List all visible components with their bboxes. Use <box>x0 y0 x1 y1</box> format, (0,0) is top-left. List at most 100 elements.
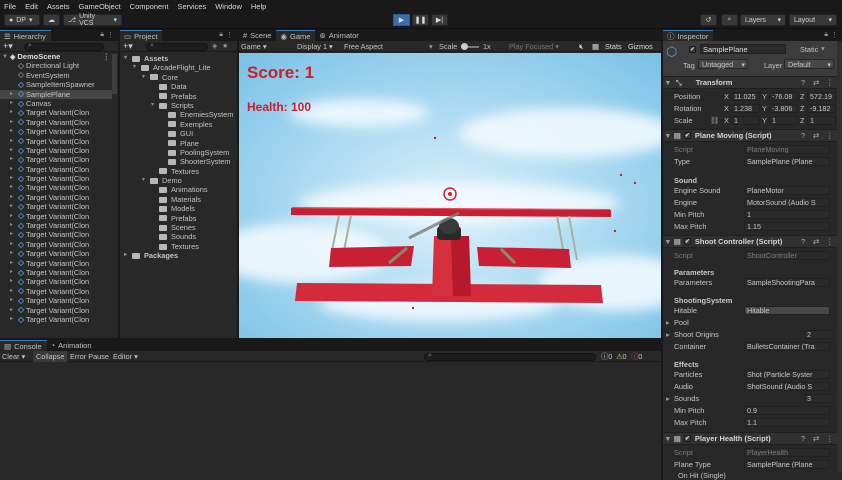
editor-dropdown[interactable]: Editor ▾ <box>113 352 138 361</box>
player-health-header[interactable]: ▾ ▤ ✔ Player Health (Script) ? ⇄ ⋮ <box>663 432 837 445</box>
expand-arrow-icon[interactable]: ▸ <box>10 287 16 296</box>
game-mode-dropdown[interactable]: Game ▾ <box>241 42 267 51</box>
hierarchy-item[interactable]: ▸ Target Variant(Clon <box>0 118 112 127</box>
expand-arrow-icon[interactable]: ▸ <box>10 146 16 155</box>
rotation-x-field[interactable]: 1.238 <box>731 104 760 113</box>
hierarchy-item[interactable]: ▸ Target Variant(Clon <box>0 127 112 136</box>
expand-arrow-icon[interactable]: ▸ <box>10 155 16 164</box>
warning-count[interactable]: ⚠0 <box>616 352 627 361</box>
play-focused-dropdown[interactable]: Play Focused ▾ <box>509 42 559 51</box>
shot-min-pitch-field[interactable]: 0.9 <box>744 406 830 415</box>
more-icon[interactable]: ⋮ <box>103 52 111 61</box>
menu-edit[interactable]: Edit <box>25 2 38 11</box>
menu-assets[interactable]: Assets <box>47 2 70 11</box>
hierarchy-item[interactable]: ▸ SamplePlane <box>0 89 112 99</box>
expand-arrow-icon[interactable]: ▸ <box>10 202 16 211</box>
plane-type-field[interactable]: SamplePlane (Plane <box>744 460 830 469</box>
plane-moving-header[interactable]: ▾ ▤ ✔ Plane Moving (Script) ? ⇄ ⋮ <box>663 129 837 142</box>
more-icon[interactable]: ⋮ <box>826 237 834 246</box>
help-icon[interactable]: ? <box>801 434 805 443</box>
project-folder[interactable]: EnemiesSystem <box>122 110 236 119</box>
error-count[interactable]: ⓘ0 <box>631 352 642 362</box>
menu-services[interactable]: Services <box>177 2 206 11</box>
hierarchy-item[interactable]: EventSystem <box>0 71 112 80</box>
history-button[interactable]: ↺ <box>700 14 717 26</box>
hierarchy-item[interactable]: ▸ Target Variant(Clon <box>0 306 112 315</box>
layer-dropdown[interactable]: Default ▾ <box>784 59 834 69</box>
sounds-foldout[interactable]: ▸ Sounds 3 <box>663 393 837 404</box>
expand-arrow-icon[interactable]: ▸ <box>10 306 16 315</box>
project-folder[interactable]: ▾ Demo <box>122 176 236 185</box>
position-y-field[interactable]: -76.08 <box>769 92 798 101</box>
tag-dropdown[interactable]: Untagged ▾ <box>698 59 748 69</box>
engine-sound-field[interactable]: PlaneMotor <box>744 186 830 195</box>
expand-arrow-icon[interactable]: ▸ <box>10 221 16 230</box>
hierarchy-item[interactable]: ▸ Target Variant(Clon <box>0 296 112 305</box>
hierarchy-item[interactable]: ▸ Target Variant(Clon <box>0 108 112 117</box>
link-icon[interactable]: ⛓ <box>710 116 719 125</box>
star-icon[interactable]: ★ <box>222 42 228 50</box>
menu-gameobject[interactable]: GameObject <box>79 2 121 11</box>
type-field[interactable]: SamplePlane (Plane <box>744 157 830 166</box>
hierarchy-item[interactable]: ▸ Target Variant(Clon <box>0 249 112 258</box>
rotation-z-field[interactable]: -9.182 <box>807 104 836 113</box>
hierarchy-item[interactable]: ▸ Target Variant(Clon <box>0 315 112 324</box>
play-button[interactable]: ▶ <box>393 14 410 26</box>
scale-y-field[interactable]: 1 <box>769 116 798 125</box>
more-icon[interactable]: ⋮ <box>107 31 114 39</box>
hierarchy-item[interactable]: ▸ Target Variant(Clon <box>0 212 112 221</box>
tab-project[interactable]: ▭ Project <box>120 30 163 41</box>
project-folder[interactable]: Plane <box>122 139 236 148</box>
preset-icon[interactable]: ⇄ <box>813 237 819 246</box>
pause-button[interactable]: ❚❚ <box>412 14 429 26</box>
help-icon[interactable]: ? <box>801 131 805 140</box>
more-icon[interactable]: ⋮ <box>826 78 834 87</box>
help-icon[interactable]: ? <box>801 78 805 87</box>
tab-animator[interactable]: ⊛ Animator <box>315 30 364 41</box>
project-folder[interactable]: Exemples <box>122 120 236 129</box>
project-folder[interactable]: Animations <box>122 185 236 194</box>
rotation-y-field[interactable]: -3.806 <box>769 104 798 113</box>
hierarchy-item[interactable]: ▸ Target Variant(Clon <box>0 202 112 211</box>
cloud-button[interactable]: ☁ <box>43 14 60 26</box>
stats-toggle[interactable]: Stats <box>605 42 622 51</box>
expand-arrow-icon[interactable]: ▸ <box>10 315 16 324</box>
hierarchy-item[interactable]: ▸ Target Variant(Clon <box>0 165 112 174</box>
preset-icon[interactable]: ⇄ <box>813 131 819 140</box>
project-folder[interactable]: Sounds <box>122 232 236 241</box>
particles-field[interactable]: Shot (Particle Syster <box>744 370 830 379</box>
shoot-controller-header[interactable]: ▾ ▤ ✔ Shoot Controller (Script) ? ⇄ ⋮ <box>663 235 837 248</box>
container-field[interactable]: BulletsContainer (Tra <box>744 342 830 351</box>
info-count[interactable]: ⓘ0 <box>601 352 612 362</box>
expand-arrow-icon[interactable]: ▾ <box>142 73 148 82</box>
expand-arrow-icon[interactable]: ▸ <box>10 183 16 192</box>
project-folder[interactable]: Prefabs <box>122 214 236 223</box>
project-folder[interactable]: ▸ Packages <box>122 251 236 260</box>
add-button[interactable]: +▾ <box>3 41 13 52</box>
help-icon[interactable]: ? <box>801 237 805 246</box>
inspector-scrollbar[interactable] <box>837 42 842 472</box>
shortcuts-icon[interactable]: ▦ <box>592 42 599 51</box>
lock-icon[interactable]: 🔒︎ <box>824 31 828 39</box>
expand-arrow-icon[interactable]: ▾ <box>133 63 139 72</box>
hierarchy-item[interactable]: ▸ Target Variant(Clon <box>0 137 112 146</box>
lock-icon[interactable]: 🔒︎ <box>219 31 223 39</box>
tab-hierarchy[interactable]: ☰ Hierarchy <box>0 30 51 41</box>
menu-component[interactable]: Component <box>130 2 169 11</box>
hierarchy-item[interactable]: ▸ Target Variant(Clon <box>0 268 112 277</box>
hierarchy-item[interactable]: ▸ Target Variant(Clon <box>0 259 112 268</box>
project-folder[interactable]: Data <box>122 82 236 91</box>
expand-arrow-icon[interactable]: ▸ <box>10 240 16 249</box>
project-search-input[interactable]: ⌕ <box>146 42 208 51</box>
component-enabled-checkbox[interactable]: ✔ <box>683 132 691 139</box>
project-folder[interactable]: ShooterSystem <box>122 157 236 166</box>
engine-field[interactable]: MotorSound (Audio S <box>744 198 830 207</box>
error-pause-toggle[interactable]: Error Pause <box>70 352 109 361</box>
tab-inspector[interactable]: ⓘ Inspector <box>663 30 714 41</box>
expand-arrow-icon[interactable]: ▸ <box>10 193 16 202</box>
hierarchy-item[interactable]: ▸ Target Variant(Clon <box>0 230 112 239</box>
gizmos-toggle[interactable]: Gizmos <box>628 42 653 51</box>
tab-console[interactable]: ▤ Console <box>0 340 47 351</box>
scale-z-field[interactable]: 1 <box>807 116 836 125</box>
min-pitch-field[interactable]: 1 <box>744 210 830 219</box>
